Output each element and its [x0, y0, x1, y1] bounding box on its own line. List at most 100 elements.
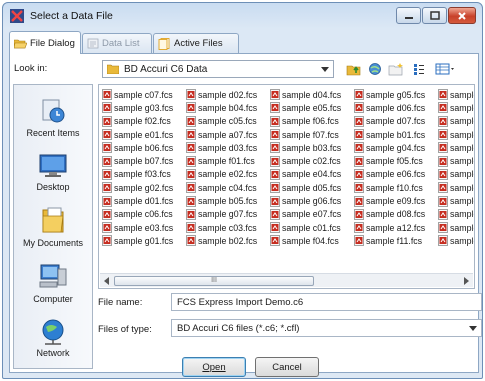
new-folder-button[interactable] [386, 60, 406, 78]
look-in-dropdown[interactable]: BD Accuri C6 Data [102, 60, 334, 78]
file-item[interactable]: sample d05.fcs [270, 181, 354, 194]
open-button[interactable]: Open [182, 357, 246, 377]
file-item[interactable]: sample e04.fcs [270, 168, 354, 181]
tab-data-list[interactable]: Data List [82, 33, 152, 53]
maximize-button[interactable] [422, 7, 447, 24]
file-item[interactable]: sample a07.fcs [186, 128, 270, 141]
file-item[interactable]: sample f11.fcs [354, 234, 438, 247]
fcs-file-icon [438, 208, 448, 220]
place-recent-items[interactable]: Recent Items [14, 97, 92, 138]
list-view-button[interactable] [409, 60, 429, 78]
file-item[interactable]: sample c03.fcs [186, 221, 270, 234]
file-item[interactable]: sample [438, 234, 474, 247]
file-item[interactable]: sample e03.fcs [102, 221, 186, 234]
scrollbar-thumb[interactable]: III [114, 276, 314, 286]
file-item[interactable]: sample e07.fcs [270, 208, 354, 221]
fcs-file-icon [102, 195, 112, 207]
file-item[interactable]: sample d02.fcs [186, 88, 270, 101]
file-item[interactable]: sample e02.fcs [186, 168, 270, 181]
fcs-file-icon [102, 89, 112, 101]
file-item[interactable]: sample d03.fcs [186, 141, 270, 154]
file-name-input[interactable]: FCS Express Import Demo.c6 [171, 293, 482, 311]
file-item[interactable]: sample c02.fcs [270, 154, 354, 167]
file-item[interactable]: sample f10.fcs [354, 181, 438, 194]
file-item[interactable]: sample [438, 141, 474, 154]
scroll-right-icon[interactable] [464, 277, 469, 285]
up-folder-button[interactable] [344, 60, 364, 78]
file-item[interactable]: sample f05.fcs [354, 154, 438, 167]
file-item[interactable]: sample e01.fcs [102, 128, 186, 141]
file-item[interactable]: sample f06.fcs [270, 115, 354, 128]
place-desktop[interactable]: Desktop [14, 153, 92, 192]
place-computer[interactable]: Computer [14, 263, 92, 304]
file-item[interactable]: sample [438, 88, 474, 101]
file-item[interactable]: sample [438, 208, 474, 221]
place-my-documents[interactable]: My Documents [14, 205, 92, 248]
file-item[interactable]: sample c06.fcs [102, 208, 186, 221]
file-item[interactable]: sample g02.fcs [102, 181, 186, 194]
file-item[interactable]: sample c04.fcs [186, 181, 270, 194]
close-button[interactable] [448, 7, 476, 24]
file-item[interactable]: sample b03.fcs [270, 141, 354, 154]
desktop-button[interactable] [365, 60, 385, 78]
file-item[interactable]: sample f04.fcs [270, 234, 354, 247]
file-name-label: File name: [98, 297, 143, 308]
fcs-file-icon [186, 129, 196, 140]
file-item[interactable]: sample b07.fcs [102, 154, 186, 167]
scroll-left-icon[interactable] [104, 277, 109, 285]
file-item[interactable]: sample c05.fcs [186, 115, 270, 128]
file-item[interactable]: sample d06.fcs [354, 101, 438, 114]
file-item[interactable]: sample b02.fcs [186, 234, 270, 247]
file-item[interactable]: sample c01.fcs [270, 221, 354, 234]
file-item[interactable]: sample g05.fcs [354, 88, 438, 101]
view-menu-button[interactable] [433, 60, 459, 78]
horizontal-scrollbar[interactable]: III [100, 273, 473, 287]
file-item[interactable]: sample f02.fcs [102, 115, 186, 128]
file-item[interactable]: sample f03.fcs [102, 168, 186, 181]
file-item[interactable]: sample g04.fcs [354, 141, 438, 154]
cancel-button[interactable]: Cancel [255, 357, 319, 377]
file-item[interactable]: sample g03.fcs [102, 101, 186, 114]
file-type-dropdown[interactable]: BD Accuri C6 files (*.c6; *.cfl) [171, 319, 482, 337]
file-item[interactable]: sample f07.fcs [270, 128, 354, 141]
file-name: sample d08.fcs [366, 209, 426, 220]
file-item[interactable]: sample [438, 101, 474, 114]
file-name: sample [450, 169, 474, 180]
file-item[interactable]: sample g06.fcs [270, 194, 354, 207]
file-list[interactable]: sample c07.fcs sample d02.fcs sample d04.f… [98, 84, 475, 289]
file-item[interactable]: sample f01.fcs [186, 154, 270, 167]
tab-active-files[interactable]: Active Files [153, 33, 239, 53]
file-item[interactable]: sample [438, 194, 474, 207]
minimize-button[interactable] [396, 7, 421, 24]
tab-file-dialog[interactable]: File Dialog [9, 31, 81, 54]
file-item[interactable]: sample d01.fcs [102, 194, 186, 207]
file-name: sample e05.fcs [282, 102, 342, 113]
file-item[interactable]: sample g01.fcs [102, 234, 186, 247]
file-item[interactable]: sample b04.fcs [186, 101, 270, 114]
file-item[interactable]: sample c07.fcs [102, 88, 186, 101]
file-item[interactable]: sample [438, 181, 474, 194]
place-network[interactable]: Network [14, 317, 92, 358]
file-item[interactable]: sample b05.fcs [186, 194, 270, 207]
file-item[interactable]: sample [438, 128, 474, 141]
file-item[interactable]: sample [438, 115, 474, 128]
file-item[interactable]: sample a12.fcs [354, 221, 438, 234]
file-name: sample c01.fcs [282, 222, 341, 233]
file-item[interactable]: sample d07.fcs [354, 115, 438, 128]
file-name: sample b06.fcs [114, 142, 174, 153]
chevron-down-icon[interactable] [469, 326, 477, 331]
file-item[interactable]: sample b06.fcs [102, 141, 186, 154]
file-item[interactable]: sample [438, 154, 474, 167]
file-item[interactable]: sample e06.fcs [354, 168, 438, 181]
select-data-file-dialog: Select a Data File File Dialog Data List [2, 2, 483, 379]
title-bar[interactable]: Select a Data File [3, 3, 482, 29]
file-item[interactable]: sample e09.fcs [354, 194, 438, 207]
file-item[interactable]: sample d04.fcs [270, 88, 354, 101]
file-item[interactable]: sample e05.fcs [270, 101, 354, 114]
file-item[interactable]: sample b01.fcs [354, 128, 438, 141]
file-item[interactable]: sample g07.fcs [186, 208, 270, 221]
chevron-down-icon[interactable] [321, 67, 329, 72]
file-item[interactable]: sample d08.fcs [354, 208, 438, 221]
file-item[interactable]: sample [438, 168, 474, 181]
file-item[interactable]: sample [438, 221, 474, 234]
